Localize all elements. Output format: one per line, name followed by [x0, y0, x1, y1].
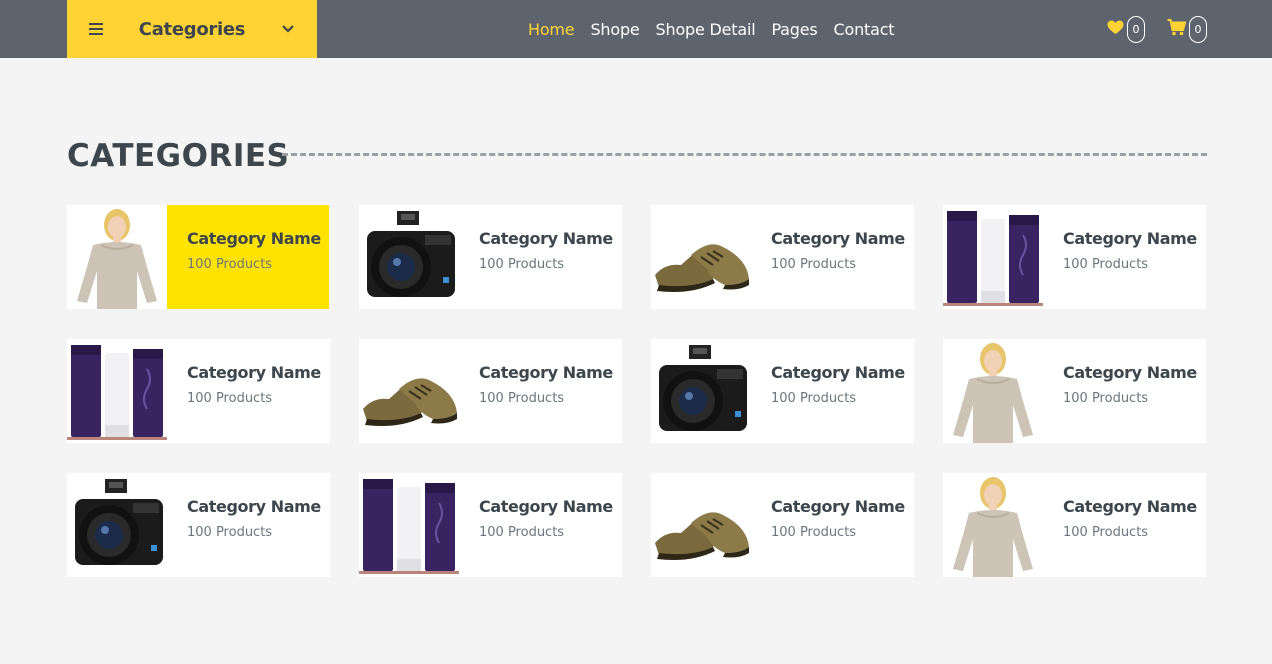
wishlist-count-badge: 0 [1127, 15, 1145, 43]
category-info: Category Name 100 Products [1043, 205, 1206, 309]
title-divider [282, 153, 1207, 156]
category-image-cosmetics [67, 339, 167, 443]
category-name: Category Name [479, 497, 613, 516]
category-product-count: 100 Products [771, 391, 857, 406]
category-info: Category Name 100 Products [751, 339, 914, 443]
category-name: Category Name [771, 497, 905, 516]
category-product-count: 100 Products [771, 525, 857, 540]
categories-dropdown-label: Categories [138, 18, 246, 40]
navbar: Categories Home Shope Shope Detail Pages… [0, 0, 1272, 58]
category-card[interactable]: Category Name 100 Products [943, 339, 1206, 443]
category-product-count: 100 Products [1063, 391, 1149, 406]
category-card[interactable]: Category Name 100 Products [67, 339, 330, 443]
nav-link-home[interactable]: Home [528, 20, 575, 39]
category-product-count: 100 Products [479, 257, 565, 272]
chevron-down-icon [281, 24, 295, 34]
category-card[interactable]: Category Name 100 Products [67, 473, 330, 577]
categories-grid: Category Name 100 Products Category Name 10… [67, 205, 1206, 577]
category-product-count: 100 Products [187, 257, 273, 272]
category-card[interactable]: Category Name 100 Products [67, 205, 329, 309]
category-card[interactable]: Category Name 100 Products [651, 205, 914, 309]
nav-link-shope[interactable]: Shope [590, 20, 639, 39]
category-name: Category Name [1063, 363, 1197, 382]
category-info: Category Name 100 Products [167, 339, 330, 443]
category-card[interactable]: Category Name 100 Products [651, 339, 914, 443]
category-card[interactable]: Category Name 100 Products [359, 205, 622, 309]
category-name: Category Name [187, 363, 321, 382]
category-info: Category Name 100 Products [167, 205, 329, 309]
category-card[interactable]: Category Name 100 Products [943, 473, 1206, 577]
category-image-woman-sweater [943, 473, 1043, 577]
category-name: Category Name [1063, 229, 1197, 248]
wishlist-button[interactable]: 0 [1107, 15, 1145, 43]
nav-link-shope-detail[interactable]: Shope Detail [656, 20, 756, 39]
category-name: Category Name [771, 363, 905, 382]
category-image-cosmetics [359, 473, 459, 577]
category-info: Category Name 100 Products [1043, 473, 1206, 577]
category-name: Category Name [187, 497, 321, 516]
category-info: Category Name 100 Products [459, 205, 622, 309]
category-image-woman-sweater [943, 339, 1043, 443]
cart-button[interactable]: 0 [1167, 15, 1207, 43]
category-info: Category Name 100 Products [751, 205, 914, 309]
category-product-count: 100 Products [771, 257, 857, 272]
category-info: Category Name 100 Products [1043, 339, 1206, 443]
category-info: Category Name 100 Products [167, 473, 330, 577]
nav-actions: 0 0 [1107, 0, 1207, 58]
category-card[interactable]: Category Name 100 Products [651, 473, 914, 577]
category-info: Category Name 100 Products [459, 339, 622, 443]
nav-link-pages[interactable]: Pages [771, 20, 817, 39]
category-info: Category Name 100 Products [459, 473, 622, 577]
category-image-camera [359, 205, 459, 309]
cart-count-badge: 0 [1189, 15, 1207, 43]
category-image-cosmetics [943, 205, 1043, 309]
category-name: Category Name [479, 363, 613, 382]
categories-dropdown-toggle[interactable]: Categories [67, 0, 317, 58]
category-product-count: 100 Products [187, 525, 273, 540]
main-nav: Home Shope Shope Detail Pages Contact [520, 0, 902, 58]
category-product-count: 100 Products [187, 391, 273, 406]
nav-link-contact[interactable]: Contact [834, 20, 895, 39]
category-name: Category Name [1063, 497, 1197, 516]
category-name: Category Name [479, 229, 613, 248]
category-card[interactable]: Category Name 100 Products [359, 473, 622, 577]
category-product-count: 100 Products [479, 525, 565, 540]
category-image-camera [651, 339, 751, 443]
category-image-woman-sweater [67, 205, 167, 309]
category-image-shoes [651, 205, 751, 309]
shopping-cart-icon [1167, 18, 1187, 40]
category-info: Category Name 100 Products [751, 473, 914, 577]
category-name: Category Name [771, 229, 905, 248]
category-image-shoes [651, 473, 751, 577]
category-product-count: 100 Products [1063, 525, 1149, 540]
category-image-shoes [359, 339, 459, 443]
category-image-camera [67, 473, 167, 577]
heart-icon [1107, 20, 1124, 39]
category-card[interactable]: Category Name 100 Products [359, 339, 622, 443]
section-title: CATEGORIES [67, 138, 290, 174]
category-product-count: 100 Products [479, 391, 565, 406]
menu-bars-icon [89, 23, 103, 35]
category-product-count: 100 Products [1063, 257, 1149, 272]
category-card[interactable]: Category Name 100 Products [943, 205, 1206, 309]
category-name: Category Name [187, 229, 321, 248]
